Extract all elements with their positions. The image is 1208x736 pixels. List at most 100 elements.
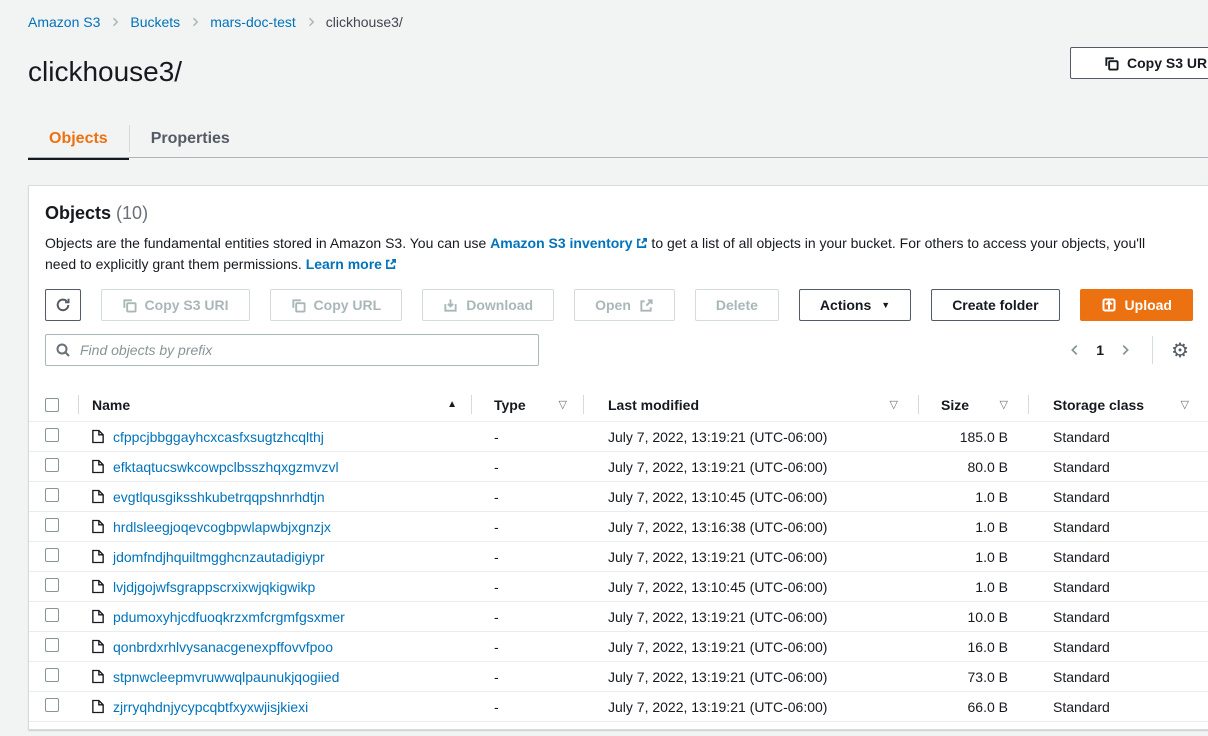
object-name-link[interactable]: efktaqtucswkcowpclbsszhqxgzmvzvl — [113, 459, 339, 475]
file-icon — [92, 549, 104, 564]
amazon-s3-inventory-link[interactable]: Amazon S3 inventory — [490, 235, 632, 251]
object-storage-class: Standard — [1028, 699, 1208, 715]
row-checkbox[interactable] — [45, 548, 59, 562]
object-storage-class: Standard — [1028, 639, 1208, 655]
file-icon — [92, 639, 104, 654]
column-header-name[interactable]: Name ▲ — [78, 388, 471, 421]
object-last-modified: July 7, 2022, 13:19:21 (UTC-06:00) — [583, 639, 918, 655]
object-last-modified: July 7, 2022, 13:10:45 (UTC-06:00) — [583, 489, 918, 505]
copy-icon — [291, 298, 306, 313]
file-icon — [92, 429, 104, 444]
preferences-gear-icon[interactable]: ⚙ — [1167, 338, 1193, 362]
breadcrumb-link-amazon-s3[interactable]: Amazon S3 — [28, 14, 100, 30]
object-last-modified: July 7, 2022, 13:19:21 (UTC-06:00) — [583, 459, 918, 475]
open-label: Open — [595, 297, 631, 313]
table-row: lvjdjgojwfsgrappscrxixwjqkigwikp - July … — [29, 572, 1208, 602]
next-page-button[interactable] — [1114, 339, 1136, 361]
table-body: cfppcjbbggayhcxcasfxsugtzhcqlthj - July … — [29, 422, 1208, 722]
tab-properties[interactable]: Properties — [130, 121, 251, 160]
table-row: pdumoxyhjcdfuoqkrzxmfcrgmfgsxmer - July … — [29, 602, 1208, 632]
object-last-modified: July 7, 2022, 13:19:21 (UTC-06:00) — [583, 549, 918, 565]
breadcrumb-link-buckets[interactable]: Buckets — [130, 14, 180, 30]
object-name-link[interactable]: jdomfndjhquiltmgghcnzautadigiypr — [113, 549, 325, 565]
object-size: 1.0 B — [941, 549, 1008, 565]
object-size: 16.0 B — [941, 639, 1008, 655]
caret-down-icon: ▼ — [881, 300, 890, 310]
column-label-last-modified: Last modified — [608, 397, 699, 413]
object-name-link[interactable]: pdumoxyhjcdfuoqkrzxmfcrgmfgsxmer — [113, 609, 345, 625]
row-checkbox[interactable] — [45, 668, 59, 682]
refresh-button[interactable] — [45, 289, 81, 321]
chevron-right-icon — [189, 16, 201, 28]
object-name-link[interactable]: evgtlqusgiksshkubetrqqpshnrhdtjn — [113, 489, 325, 505]
previous-page-button[interactable] — [1064, 339, 1086, 361]
object-name-link[interactable]: qonbrdxrhlvysanacgenexpffovvfpoo — [113, 639, 333, 655]
tab-objects[interactable]: Objects — [28, 121, 129, 160]
object-last-modified: July 7, 2022, 13:10:45 (UTC-06:00) — [583, 579, 918, 595]
object-storage-class: Standard — [1028, 579, 1208, 595]
select-all-checkbox[interactable] — [45, 398, 59, 412]
copy-s3-uri-button[interactable]: Copy S3 URI — [101, 289, 250, 321]
copy-icon — [122, 298, 137, 313]
object-storage-class: Standard — [1028, 489, 1208, 505]
row-checkbox[interactable] — [45, 518, 59, 532]
objects-count: (10) — [116, 203, 148, 223]
open-button[interactable]: Open — [574, 289, 675, 321]
breadcrumb: Amazon S3 Buckets mars-doc-test clickhou… — [28, 14, 403, 30]
table-row: hrdlsleegjoqevcogbpwlapwbjxgnzjx - July … — [29, 512, 1208, 542]
search-row: 1 ⚙ — [29, 321, 1208, 366]
create-folder-button[interactable]: Create folder — [931, 289, 1059, 321]
file-icon — [92, 609, 104, 624]
column-header-size[interactable]: Size ▽ — [918, 388, 1028, 421]
upload-icon — [1101, 297, 1117, 313]
download-button[interactable]: Download — [422, 289, 554, 321]
object-type: - — [471, 669, 583, 685]
object-last-modified: July 7, 2022, 13:19:21 (UTC-06:00) — [583, 429, 918, 445]
row-checkbox[interactable] — [45, 458, 59, 472]
file-icon — [92, 519, 104, 534]
breadcrumb-link-bucket[interactable]: mars-doc-test — [210, 14, 296, 30]
row-checkbox[interactable] — [45, 608, 59, 622]
object-type: - — [471, 699, 583, 715]
row-checkbox[interactable] — [45, 698, 59, 712]
object-size: 80.0 B — [941, 459, 1008, 475]
copy-s3-uri-top-button[interactable]: Copy S3 URI — [1070, 47, 1208, 79]
delete-button[interactable]: Delete — [695, 289, 779, 321]
column-header-storage-class[interactable]: Storage class ▽ — [1028, 388, 1208, 421]
filter-icon[interactable]: ▽ — [1181, 398, 1189, 411]
file-icon — [92, 669, 104, 684]
table-row: stpnwcleepmvruwwqlpaunukjqogiied - July … — [29, 662, 1208, 692]
object-type: - — [471, 489, 583, 505]
column-header-last-modified[interactable]: Last modified ▽ — [583, 388, 918, 421]
object-name-link[interactable]: stpnwcleepmvruwwqlpaunukjqogiied — [113, 669, 339, 685]
table-row: cfppcjbbggayhcxcasfxsugtzhcqlthj - July … — [29, 422, 1208, 452]
objects-panel: Objects (10) Objects are the fundamental… — [28, 185, 1208, 730]
object-name-link[interactable]: lvjdjgojwfsgrappscrxixwjqkigwikp — [113, 579, 315, 595]
object-last-modified: July 7, 2022, 13:16:38 (UTC-06:00) — [583, 519, 918, 535]
upload-button[interactable]: Upload — [1080, 289, 1193, 321]
column-label-size: Size — [941, 397, 969, 413]
filter-icon[interactable]: ▽ — [559, 398, 567, 411]
object-name-link[interactable]: hrdlsleegjoqevcogbpwlapwbjxgnzjx — [113, 519, 331, 535]
row-checkbox[interactable] — [45, 488, 59, 502]
breadcrumb-current: clickhouse3/ — [326, 14, 403, 30]
learn-more-link[interactable]: Learn more — [306, 256, 382, 272]
row-checkbox[interactable] — [45, 428, 59, 442]
row-checkbox[interactable] — [45, 578, 59, 592]
filter-icon[interactable]: ▽ — [890, 398, 898, 411]
column-header-type[interactable]: Type ▽ — [471, 388, 583, 421]
object-type: - — [471, 639, 583, 655]
row-checkbox[interactable] — [45, 638, 59, 652]
file-icon — [92, 699, 104, 714]
actions-button[interactable]: Actions ▼ — [799, 289, 911, 321]
search-input[interactable] — [45, 334, 539, 366]
object-name-link[interactable]: zjrryqhdnjycypcqbtfxyxwjisjkiexi — [113, 699, 308, 715]
filter-icon[interactable]: ▽ — [1000, 398, 1008, 411]
description-text-1: Objects are the fundamental entities sto… — [45, 235, 490, 251]
object-storage-class: Standard — [1028, 549, 1208, 565]
sort-ascending-icon[interactable]: ▲ — [447, 399, 457, 410]
object-size: 66.0 B — [941, 699, 1008, 715]
object-size: 10.0 B — [941, 609, 1008, 625]
object-name-link[interactable]: cfppcjbbggayhcxcasfxsugtzhcqlthj — [113, 429, 324, 445]
copy-url-button[interactable]: Copy URL — [270, 289, 403, 321]
